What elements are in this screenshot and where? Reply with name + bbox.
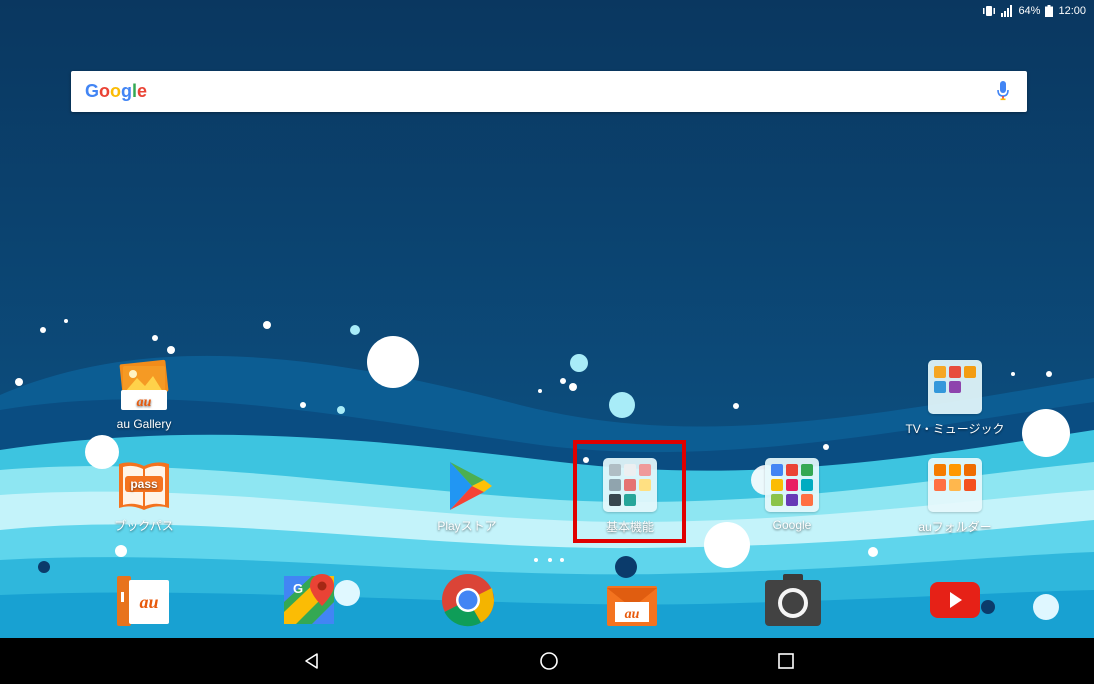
- dock-chrome[interactable]: [440, 572, 496, 633]
- app-label: ブックパス: [114, 519, 174, 533]
- svg-text:au: au: [137, 395, 152, 410]
- app-label: TV・ミュージック: [905, 422, 1005, 436]
- au-mail-icon: au: [607, 586, 657, 626]
- svg-text:pass: pass: [130, 477, 158, 491]
- camera-icon: [765, 574, 821, 626]
- signal-icon: [1001, 5, 1013, 17]
- vibrate-icon: [982, 5, 996, 17]
- folder-icon: [765, 458, 819, 512]
- clock: 12:00: [1058, 5, 1086, 17]
- recents-icon: [778, 653, 794, 669]
- navigation-bar: [0, 638, 1094, 684]
- dock-camera[interactable]: [763, 572, 823, 633]
- svg-text:au: au: [625, 607, 640, 622]
- app-au-folder[interactable]: auフォルダー: [910, 458, 1000, 535]
- au-app-icon: au: [117, 576, 169, 626]
- recents-button[interactable]: [771, 648, 801, 674]
- svg-text:au: au: [139, 592, 158, 612]
- svg-text:G: G: [293, 581, 303, 596]
- status-bar: 64% 12:00: [0, 0, 1094, 22]
- chrome-icon: [442, 574, 494, 627]
- dock-au-mail[interactable]: au: [603, 574, 659, 635]
- au-gallery-icon: au: [119, 359, 169, 410]
- battery-percent: 64%: [1018, 5, 1041, 17]
- back-icon: [305, 653, 318, 669]
- folder-icon: [928, 360, 982, 414]
- dock-youtube[interactable]: [928, 580, 982, 625]
- mic-icon[interactable]: [997, 81, 1009, 106]
- app-tv-music-folder[interactable]: TV・ミュージック: [905, 360, 1005, 437]
- app-play-store[interactable]: Playストア: [422, 458, 512, 534]
- app-google-folder[interactable]: Google: [747, 458, 837, 532]
- play-store-icon: [450, 462, 492, 510]
- battery-icon: [1045, 5, 1054, 17]
- home-icon: [540, 652, 558, 670]
- maps-icon: G: [284, 574, 334, 624]
- app-label: Playストア: [437, 519, 497, 533]
- dock-au-app[interactable]: au: [113, 574, 173, 635]
- folder-icon: [928, 458, 982, 512]
- back-button[interactable]: [297, 648, 327, 674]
- app-book-pass[interactable]: pass ブックパス: [99, 458, 189, 534]
- youtube-icon: [930, 582, 980, 618]
- highlight-box: [573, 440, 686, 543]
- home-button[interactable]: [534, 648, 564, 674]
- book-pass-icon: pass: [119, 462, 169, 510]
- app-label: Google: [772, 518, 812, 532]
- google-search-bar[interactable]: Google: [71, 71, 1027, 112]
- app-label: auフォルダー: [918, 520, 992, 534]
- app-au-gallery[interactable]: au au Gallery: [99, 358, 189, 431]
- google-logo: Google: [85, 81, 148, 101]
- dock-maps[interactable]: G: [282, 572, 338, 633]
- app-label: au Gallery: [116, 417, 172, 431]
